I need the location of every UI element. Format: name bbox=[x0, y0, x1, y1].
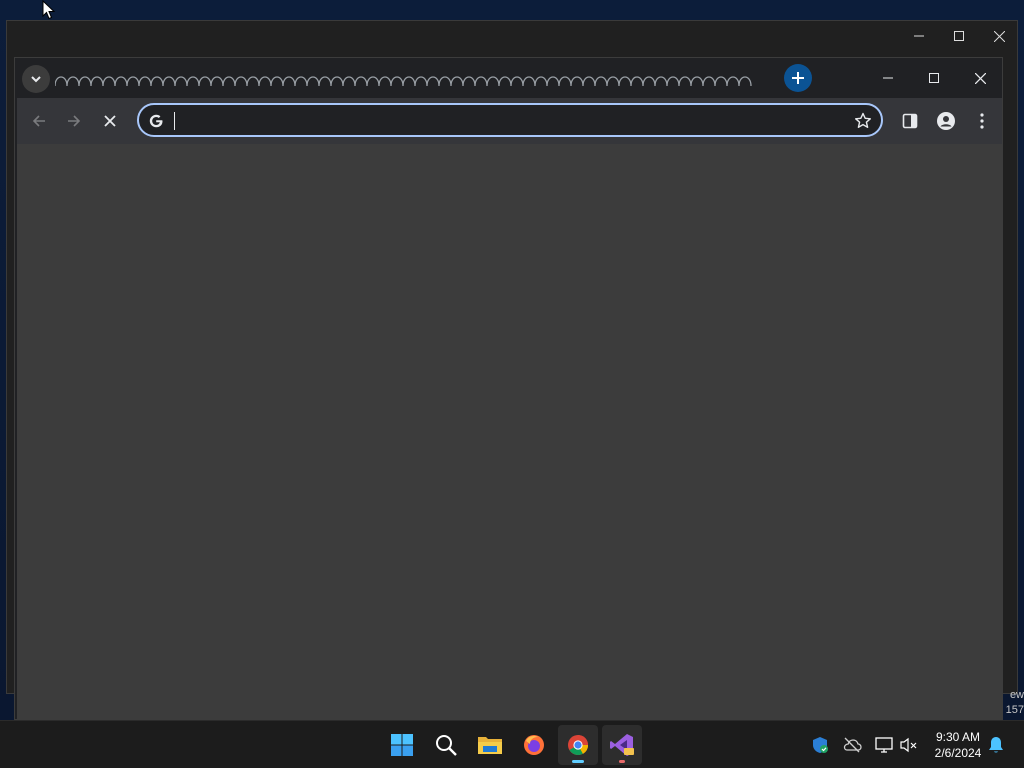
speaker-muted-icon bbox=[900, 737, 917, 753]
bell-icon bbox=[989, 737, 1003, 753]
google-g-icon bbox=[149, 114, 163, 128]
notification-button[interactable] bbox=[986, 735, 1006, 755]
active-indicator bbox=[572, 760, 584, 763]
tab-strip bbox=[15, 58, 1002, 98]
background-close-button[interactable] bbox=[979, 21, 1019, 51]
maximize-icon bbox=[929, 73, 939, 83]
profile-icon bbox=[937, 112, 955, 130]
running-indicator bbox=[619, 760, 625, 763]
plus-icon bbox=[792, 72, 804, 84]
chevron-down-icon bbox=[31, 76, 41, 83]
close-icon bbox=[974, 72, 986, 84]
maximize-icon bbox=[954, 31, 964, 41]
visual-studio-preview-button[interactable] bbox=[602, 725, 642, 765]
side-panel-icon bbox=[902, 113, 918, 129]
close-icon bbox=[104, 115, 116, 127]
windows-security-icon[interactable] bbox=[810, 735, 830, 755]
monitor-icon bbox=[875, 737, 893, 753]
maximize-button[interactable] bbox=[911, 60, 957, 96]
close-button[interactable] bbox=[957, 60, 1003, 96]
search-button[interactable] bbox=[426, 725, 466, 765]
toolbar bbox=[17, 98, 1002, 144]
minimize-button[interactable] bbox=[865, 60, 911, 96]
tab-search-button[interactable] bbox=[22, 65, 50, 93]
chrome-window bbox=[14, 57, 1003, 720]
windows-logo-icon bbox=[391, 734, 413, 756]
system-clock[interactable]: 9:30 AM 2/6/2024 bbox=[928, 729, 988, 761]
star-icon[interactable] bbox=[853, 111, 873, 131]
menu-button[interactable] bbox=[966, 105, 998, 137]
chrome-icon bbox=[568, 735, 589, 756]
text-caret bbox=[174, 112, 175, 130]
firefox-icon bbox=[524, 735, 544, 755]
partial-text-line: ew bbox=[1009, 689, 1024, 701]
search-icon bbox=[436, 735, 457, 756]
start-button[interactable] bbox=[382, 725, 422, 765]
back-button[interactable] bbox=[23, 105, 55, 137]
minimize-icon bbox=[883, 77, 893, 79]
page-content[interactable] bbox=[17, 144, 1002, 719]
background-maximize-button[interactable] bbox=[939, 21, 979, 51]
file-explorer-button[interactable] bbox=[470, 725, 510, 765]
background-minimize-button[interactable] bbox=[899, 21, 939, 51]
partial-text-line: 157 bbox=[1005, 704, 1024, 716]
onedrive-icon[interactable] bbox=[842, 735, 862, 755]
taskbar: 9:30 AM 2/6/2024 bbox=[0, 720, 1024, 768]
arrow-left-icon bbox=[32, 115, 45, 127]
desktop-partial-text: ew 157 bbox=[1004, 688, 1024, 718]
kebab-menu-icon bbox=[980, 113, 984, 129]
firefox-button[interactable] bbox=[514, 725, 554, 765]
stop-button[interactable] bbox=[94, 105, 126, 137]
tab-overflow-strip[interactable] bbox=[55, 68, 755, 88]
new-tab-button[interactable] bbox=[784, 64, 812, 92]
chrome-taskbar-button[interactable] bbox=[558, 725, 598, 765]
visual-studio-icon bbox=[610, 734, 634, 756]
side-panel-button[interactable] bbox=[894, 105, 926, 137]
arrow-right-icon bbox=[68, 115, 81, 127]
omnibox[interactable] bbox=[137, 103, 883, 137]
volume-icon[interactable] bbox=[899, 735, 919, 755]
address-input[interactable] bbox=[179, 109, 843, 135]
profile-button[interactable] bbox=[930, 105, 962, 137]
close-icon bbox=[993, 30, 1005, 42]
forward-button[interactable] bbox=[58, 105, 90, 137]
minimize-icon bbox=[914, 35, 924, 37]
clock-date: 2/6/2024 bbox=[934, 746, 982, 760]
folder-icon bbox=[478, 737, 502, 754]
clock-time: 9:30 AM bbox=[935, 730, 981, 744]
network-icon[interactable] bbox=[874, 735, 894, 755]
cloud-off-icon bbox=[843, 737, 862, 753]
shield-icon bbox=[813, 737, 828, 753]
mouse-cursor-icon bbox=[42, 0, 56, 20]
